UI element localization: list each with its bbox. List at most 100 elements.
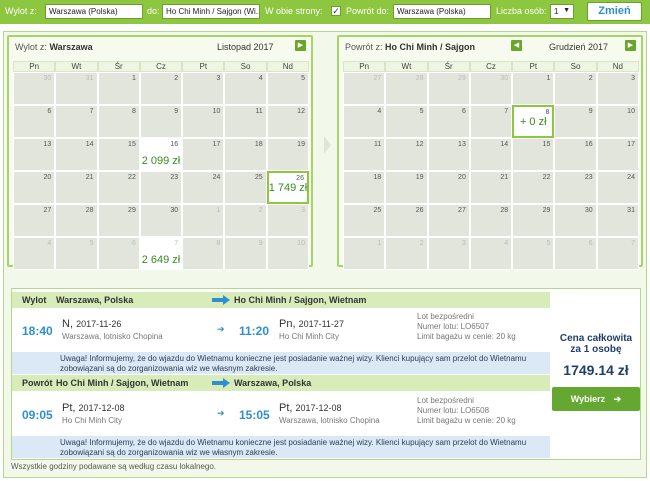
arrival-airport: Ho Chi Minh City — [279, 332, 340, 341]
calendar-day: 10 — [182, 105, 225, 138]
day-number: 12 — [297, 108, 305, 115]
change-button[interactable]: Zmień — [587, 2, 642, 21]
arrival-date: Pn, 2017-11-27 — [279, 318, 344, 330]
day-number: 4 — [377, 108, 382, 115]
calendar-day: 2 — [554, 72, 597, 105]
arrival-date: Pt, 2017-12-08 — [279, 402, 342, 414]
day-number: 6 — [47, 108, 52, 115]
calendar-day: 12 — [385, 138, 428, 171]
weekday-label: Nd — [266, 61, 309, 72]
to-input[interactable]: Ho Chi Minh / Sajgon (Wi... — [162, 4, 260, 19]
calendar-day: 25 — [343, 204, 386, 237]
calendar-day: 4 — [343, 105, 386, 138]
weekday-label: So — [224, 61, 267, 72]
calendar-day: 27 — [343, 72, 386, 105]
day-number: 11 — [255, 108, 263, 115]
arrow-right-icon — [324, 136, 331, 154]
flight-number: Numer lotu: LO6507 — [417, 322, 490, 331]
prev-month-icon[interactable]: ◀ — [511, 40, 522, 51]
calendar-day: 17 — [182, 138, 225, 171]
weekday-label: Cz — [469, 61, 513, 72]
calendar-day: 29 — [97, 204, 140, 237]
results-panel: Wylot z: Warszawa Listopad 2017 ▶ Pn Wt Śr… — [3, 31, 647, 478]
day-price: 2 649 zł — [141, 254, 181, 266]
calendar-day: 28 — [385, 72, 428, 105]
calendar-day: 1 — [512, 72, 555, 105]
day-number: 7 — [174, 240, 179, 247]
day-number: 19 — [297, 141, 305, 148]
day-number: 27 — [43, 207, 52, 214]
day-number: 6 — [131, 240, 136, 247]
persons-select[interactable]: 1 ▼ — [550, 4, 574, 19]
calendar-title-prefix: Wylot z: — [15, 42, 47, 52]
day-number: 20 — [458, 174, 466, 181]
day-number: 2 — [258, 207, 263, 214]
calendar-day: 8 — [97, 105, 140, 138]
departure-airport: Ho Chi Minh City — [62, 416, 123, 425]
calendar-day: 3 — [266, 204, 309, 237]
day-number: 15 — [542, 141, 551, 148]
outbound-flight-row: 18:40 N, 2017-11-26 Warszawa, lotnisko C… — [12, 309, 550, 349]
day-number: 30 — [500, 75, 509, 82]
departure-time: 18:40 — [22, 324, 53, 338]
calendar-day: 22 — [97, 171, 140, 204]
calendar-title-city: Warszawa — [49, 42, 93, 52]
day-number: 24 — [627, 174, 635, 181]
day-number: 31 — [627, 207, 635, 214]
flight-number: Numer lotu: LO6508 — [417, 406, 490, 415]
calendar-day: 9 — [139, 105, 183, 138]
both-ways-checkbox[interactable]: ✓ — [331, 6, 341, 16]
day-number: 28 — [500, 207, 509, 214]
day-number: 27 — [458, 207, 466, 214]
day-number: 31 — [85, 75, 94, 82]
day-price: 2 099 zł — [141, 155, 181, 167]
calendar-day-available[interactable]: 8 + 0 zł — [512, 105, 555, 138]
next-month-icon[interactable]: ▶ — [625, 40, 636, 51]
calendar-header: Wylot z: Warszawa Listopad 2017 ▶ — [9, 37, 311, 57]
return-header: Powrót Ho Chi Minh / Sajgon, Wietnam War… — [12, 375, 550, 391]
calendar-day-available[interactable]: 16 2 099 zł — [139, 138, 183, 171]
persons-value: 1 — [554, 7, 559, 16]
calendar-week: 6 7 8 9 10 11 12 — [13, 105, 309, 138]
calendar-day: 13 — [427, 138, 470, 171]
calendar-day: 24 — [596, 171, 639, 204]
departure-date: Pt, 2017-12-08 — [62, 402, 125, 414]
day-number: 3 — [216, 75, 221, 82]
calendar-day: 18 — [343, 171, 386, 204]
calendar-grid: Pn Wt Śr Cz Pt So Nd 30 31 1 2 3 4 5 6 7 8 9 10 11 12 13 14 15 1… — [13, 61, 309, 270]
calendar-day: 9 — [224, 237, 267, 270]
calendar-day: 23 — [554, 171, 597, 204]
day-number: 20 — [43, 174, 52, 181]
calendar-day: 13 — [13, 138, 56, 171]
next-month-icon[interactable]: ▶ — [295, 40, 306, 51]
calendar-day: 29 — [512, 204, 555, 237]
flight-info: Lot bezpośredni Numer lotu: LO6507 Limit… — [417, 312, 516, 342]
day-number: 14 — [500, 141, 509, 148]
calendar-day: 2 — [139, 72, 183, 105]
calendar-day: 7 — [596, 237, 639, 270]
calendar-title: Powrót z: Ho Chi Minh / Sajgon — [345, 42, 475, 52]
day-number: 30 — [43, 75, 52, 82]
calendar-day: 20 — [427, 171, 470, 204]
calendar-day: 3 — [182, 72, 225, 105]
direct-flight: Lot bezpośredni — [417, 396, 474, 405]
day-number: 6 — [461, 108, 466, 115]
day-number: 18 — [254, 141, 263, 148]
day-number: 25 — [254, 174, 263, 181]
weekday-label: Wt — [55, 61, 98, 72]
calendar-day-available[interactable]: 7 2 649 zł — [139, 237, 183, 270]
choose-button-label: Wybierz — [570, 394, 606, 404]
day-number: 16 — [170, 141, 179, 148]
day-number: 4 — [504, 240, 509, 247]
calendar-day: 30 — [139, 204, 183, 237]
return-to: Warszawa, Polska — [234, 378, 312, 388]
calendar-day-available[interactable]: 26 1 749 zł — [266, 171, 309, 204]
day-number: 10 — [297, 240, 305, 247]
weekday-label: Śr — [427, 61, 470, 72]
return-input[interactable]: Warszawa (Polska) — [393, 4, 491, 19]
calendar-week: 27 28 29 30 1 2 3 — [13, 204, 309, 237]
from-input[interactable]: Warszawa (Polska) — [45, 4, 143, 19]
choose-button[interactable]: Wybierz ➔ — [552, 387, 640, 411]
calendar-day: 28 — [469, 204, 513, 237]
weekday-label: Pt — [182, 61, 225, 72]
